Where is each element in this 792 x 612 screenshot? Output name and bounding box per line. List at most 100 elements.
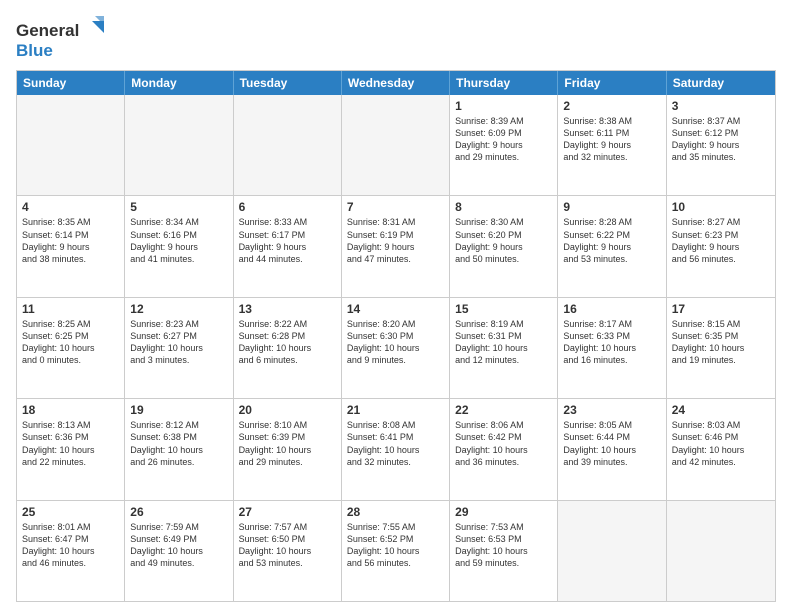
day-info: Sunrise: 8:35 AM Sunset: 6:14 PM Dayligh… — [22, 216, 119, 265]
cal-cell — [558, 501, 666, 601]
cal-cell: 7 Sunrise: 8:31 AM Sunset: 6:19 PM Daylig… — [342, 196, 450, 296]
cal-cell: 17Sunrise: 8:15 AM Sunset: 6:35 PM Dayli… — [667, 298, 775, 398]
cal-cell: 20 Sunrise: 8:10 AM Sunset: 6:39 PM Dayli… — [234, 399, 342, 499]
logo-svg: General Blue — [16, 16, 106, 60]
cal-cell: 15Sunrise: 8:19 AM Sunset: 6:31 PM Dayli… — [450, 298, 558, 398]
day-header-saturday: Saturday — [667, 71, 775, 95]
day-info: Sunrise: 8:20 AM Sunset: 6:30 PM Dayligh… — [347, 318, 444, 367]
cal-cell: 21 Sunrise: 8:08 AM Sunset: 6:41 PM Dayli… — [342, 399, 450, 499]
day-info: Sunrise: 8:17 AM Sunset: 6:33 PM Dayligh… — [563, 318, 660, 367]
cal-cell: 1 Sunrise: 8:39 AM Sunset: 6:09 PM Daylig… — [450, 95, 558, 195]
day-info: Sunrise: 7:59 AM Sunset: 6:49 PM Dayligh… — [130, 521, 227, 570]
day-number: 7 — [347, 200, 444, 214]
day-number: 14 — [347, 302, 444, 316]
cal-cell — [667, 501, 775, 601]
cal-cell: 19 Sunrise: 8:12 AM Sunset: 6:38 PM Dayli… — [125, 399, 233, 499]
day-number: 21 — [347, 403, 444, 417]
cal-cell: 4 Sunrise: 8:35 AM Sunset: 6:14 PM Daylig… — [17, 196, 125, 296]
day-info: Sunrise: 8:37 AM Sunset: 6:12 PM Dayligh… — [672, 115, 770, 164]
cal-cell: 3 Sunrise: 8:37 AM Sunset: 6:12 PM Daylig… — [667, 95, 775, 195]
cal-cell: 18Sunrise: 8:13 AM Sunset: 6:36 PM Dayli… — [17, 399, 125, 499]
day-number: 11 — [22, 302, 119, 316]
day-info: Sunrise: 8:22 AM Sunset: 6:28 PM Dayligh… — [239, 318, 336, 367]
day-info: Sunrise: 8:01 AM Sunset: 6:47 PM Dayligh… — [22, 521, 119, 570]
day-number: 10 — [672, 200, 770, 214]
cal-cell: 22 Sunrise: 8:06 AM Sunset: 6:42 PM Dayli… — [450, 399, 558, 499]
cal-cell: 29 Sunrise: 7:53 AM Sunset: 6:53 PM Dayli… — [450, 501, 558, 601]
week-row-3: 18Sunrise: 8:13 AM Sunset: 6:36 PM Dayli… — [17, 399, 775, 500]
day-info: Sunrise: 8:15 AM Sunset: 6:35 PM Dayligh… — [672, 318, 770, 367]
day-info: Sunrise: 7:57 AM Sunset: 6:50 PM Dayligh… — [239, 521, 336, 570]
day-number: 1 — [455, 99, 552, 113]
day-info: Sunrise: 8:10 AM Sunset: 6:39 PM Dayligh… — [239, 419, 336, 468]
cal-cell: 16 Sunrise: 8:17 AM Sunset: 6:33 PM Dayli… — [558, 298, 666, 398]
day-info: Sunrise: 8:05 AM Sunset: 6:44 PM Dayligh… — [563, 419, 660, 468]
day-header-tuesday: Tuesday — [234, 71, 342, 95]
day-info: Sunrise: 8:39 AM Sunset: 6:09 PM Dayligh… — [455, 115, 552, 164]
week-row-0: 1 Sunrise: 8:39 AM Sunset: 6:09 PM Daylig… — [17, 95, 775, 196]
day-number: 8 — [455, 200, 552, 214]
day-info: Sunrise: 7:53 AM Sunset: 6:53 PM Dayligh… — [455, 521, 552, 570]
cal-cell: 13 Sunrise: 8:22 AM Sunset: 6:28 PM Dayli… — [234, 298, 342, 398]
day-number: 5 — [130, 200, 227, 214]
day-number: 19 — [130, 403, 227, 417]
day-number: 20 — [239, 403, 336, 417]
cal-cell: 9Sunrise: 8:28 AM Sunset: 6:22 PM Daylig… — [558, 196, 666, 296]
week-row-2: 11 Sunrise: 8:25 AM Sunset: 6:25 PM Dayli… — [17, 298, 775, 399]
day-info: Sunrise: 8:30 AM Sunset: 6:20 PM Dayligh… — [455, 216, 552, 265]
cal-cell: 2 Sunrise: 8:38 AM Sunset: 6:11 PM Daylig… — [558, 95, 666, 195]
cal-cell: 25 Sunrise: 8:01 AM Sunset: 6:47 PM Dayli… — [17, 501, 125, 601]
day-info: Sunrise: 8:28 AM Sunset: 6:22 PM Dayligh… — [563, 216, 660, 265]
day-number: 3 — [672, 99, 770, 113]
day-info: Sunrise: 8:25 AM Sunset: 6:25 PM Dayligh… — [22, 318, 119, 367]
day-info: Sunrise: 8:12 AM Sunset: 6:38 PM Dayligh… — [130, 419, 227, 468]
day-number: 12 — [130, 302, 227, 316]
day-info: Sunrise: 8:33 AM Sunset: 6:17 PM Dayligh… — [239, 216, 336, 265]
day-number: 4 — [22, 200, 119, 214]
day-number: 25 — [22, 505, 119, 519]
header: General Blue — [16, 16, 776, 60]
cal-cell: 27 Sunrise: 7:57 AM Sunset: 6:50 PM Dayli… — [234, 501, 342, 601]
cal-cell: 11 Sunrise: 8:25 AM Sunset: 6:25 PM Dayli… — [17, 298, 125, 398]
day-number: 6 — [239, 200, 336, 214]
day-info: Sunrise: 8:27 AM Sunset: 6:23 PM Dayligh… — [672, 216, 770, 265]
cal-cell — [17, 95, 125, 195]
cal-cell — [342, 95, 450, 195]
day-number: 28 — [347, 505, 444, 519]
cal-cell: 28 Sunrise: 7:55 AM Sunset: 6:52 PM Dayli… — [342, 501, 450, 601]
day-header-wednesday: Wednesday — [342, 71, 450, 95]
day-number: 2 — [563, 99, 660, 113]
day-header-friday: Friday — [558, 71, 666, 95]
week-row-1: 4 Sunrise: 8:35 AM Sunset: 6:14 PM Daylig… — [17, 196, 775, 297]
day-number: 27 — [239, 505, 336, 519]
day-number: 13 — [239, 302, 336, 316]
cal-cell: 14 Sunrise: 8:20 AM Sunset: 6:30 PM Dayli… — [342, 298, 450, 398]
day-info: Sunrise: 8:31 AM Sunset: 6:19 PM Dayligh… — [347, 216, 444, 265]
day-header-thursday: Thursday — [450, 71, 558, 95]
cal-cell: 5 Sunrise: 8:34 AM Sunset: 6:16 PM Daylig… — [125, 196, 233, 296]
day-header-sunday: Sunday — [17, 71, 125, 95]
day-info: Sunrise: 8:34 AM Sunset: 6:16 PM Dayligh… — [130, 216, 227, 265]
cal-cell: 6 Sunrise: 8:33 AM Sunset: 6:17 PM Daylig… — [234, 196, 342, 296]
calendar: SundayMondayTuesdayWednesdayThursdayFrid… — [16, 70, 776, 602]
day-header-monday: Monday — [125, 71, 233, 95]
day-number: 16 — [563, 302, 660, 316]
day-number: 15 — [455, 302, 552, 316]
svg-text:Blue: Blue — [16, 41, 53, 60]
day-number: 22 — [455, 403, 552, 417]
day-info: Sunrise: 8:38 AM Sunset: 6:11 PM Dayligh… — [563, 115, 660, 164]
day-number: 24 — [672, 403, 770, 417]
day-info: Sunrise: 7:55 AM Sunset: 6:52 PM Dayligh… — [347, 521, 444, 570]
day-number: 29 — [455, 505, 552, 519]
day-number: 18 — [22, 403, 119, 417]
day-info: Sunrise: 8:08 AM Sunset: 6:41 PM Dayligh… — [347, 419, 444, 468]
cal-cell: 12 Sunrise: 8:23 AM Sunset: 6:27 PM Dayli… — [125, 298, 233, 398]
page: General Blue SundayMondayTuesdayWednesda… — [0, 0, 792, 612]
day-info: Sunrise: 8:06 AM Sunset: 6:42 PM Dayligh… — [455, 419, 552, 468]
day-info: Sunrise: 8:23 AM Sunset: 6:27 PM Dayligh… — [130, 318, 227, 367]
cal-cell — [234, 95, 342, 195]
day-info: Sunrise: 8:03 AM Sunset: 6:46 PM Dayligh… — [672, 419, 770, 468]
cal-cell: 10 Sunrise: 8:27 AM Sunset: 6:23 PM Dayli… — [667, 196, 775, 296]
day-number: 26 — [130, 505, 227, 519]
day-number: 23 — [563, 403, 660, 417]
